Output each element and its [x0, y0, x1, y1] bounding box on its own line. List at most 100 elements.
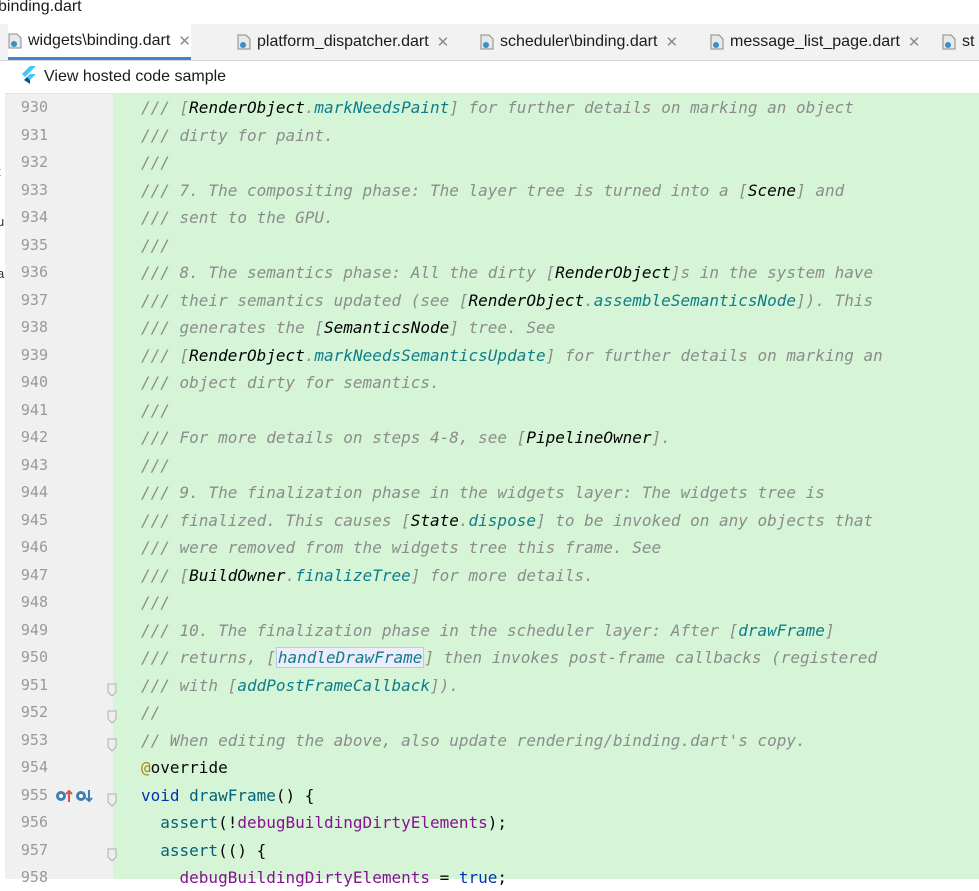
code-token: void [141, 785, 190, 805]
code-line[interactable]: 932 /// [0, 149, 979, 176]
code-line[interactable]: 951 /// with [addPostFrameCallback]). [0, 672, 979, 699]
code-text: /// [RenderObject.markNeedsSemanticsUpda… [141, 342, 883, 369]
flutter-icon [21, 65, 37, 89]
code-token: SemanticsNode [324, 318, 450, 337]
hosted-code-sample-bar[interactable]: View hosted code sample [5, 61, 979, 94]
code-token: RenderObject [189, 98, 305, 117]
code-line[interactable]: 938 /// generates the [SemanticsNode] tre… [0, 314, 979, 341]
code-token: /// 7. The compositing phase: The layer … [141, 180, 748, 200]
code-line[interactable]: 937 /// their semantics updated (see [Ren… [0, 287, 979, 314]
code-token: /// [141, 593, 170, 612]
code-line[interactable]: 933 /// 7. The compositing phase: The lay… [0, 177, 979, 204]
tab-message-list-page[interactable]: message_list_page.dart ✕ [710, 24, 920, 60]
code-line[interactable]: 948 /// [0, 589, 979, 616]
code-line[interactable]: 943 /// [0, 452, 979, 479]
line-number: 930 [20, 98, 48, 116]
code-line[interactable]: 936 /// 8. The semantics phase: All the d… [0, 259, 979, 286]
line-number: 941 [20, 400, 48, 419]
code-line[interactable]: 947 /// [BuildOwner.finalizeTree] for mor… [0, 562, 979, 589]
window-titlebar: binding.dart [0, 0, 979, 24]
line-number: 956 [20, 813, 48, 831]
code-token: . [304, 345, 315, 365]
code-line[interactable]: 953 // When editing the above, also updat… [0, 727, 979, 754]
code-token: ]). [429, 675, 459, 695]
line-number: 937 [20, 290, 48, 309]
code-line[interactable]: 952 // [0, 699, 979, 726]
code-token: /// dirty for paint. [141, 125, 334, 145]
code-token: . [584, 290, 594, 310]
line-number: 949 [20, 620, 48, 639]
code-token: /// [ [141, 565, 190, 585]
code-token: () { [275, 785, 315, 805]
code-token: drawFrame [738, 620, 825, 640]
code-token: /// [141, 400, 170, 420]
code-token: override [150, 758, 228, 777]
code-token: /// [141, 153, 170, 172]
code-line[interactable]: 950 /// returns, [handleDrawFrame] then i… [0, 644, 979, 671]
tab-overflow-partial[interactable]: st [942, 24, 974, 60]
tab-scheduler-binding[interactable]: scheduler\binding.dart ✕ [480, 24, 678, 60]
close-icon[interactable]: ✕ [665, 33, 678, 51]
code-token: ]. [651, 428, 671, 447]
code-line[interactable]: 931 /// dirty for paint. [0, 122, 979, 149]
code-line[interactable]: 940 /// object dirty for semantics. [0, 369, 979, 396]
tab-label: st [962, 33, 975, 50]
close-icon[interactable]: ✕ [437, 33, 450, 51]
overridden-method-down-icon[interactable] [75, 788, 93, 804]
code-token: assembleSemanticsNode [593, 290, 797, 310]
code-text: /// 7. The compositing phase: The layer … [141, 177, 844, 204]
code-token: ] to be invoked on any objects that [535, 510, 874, 530]
close-icon[interactable]: ✕ [908, 33, 921, 51]
code-line[interactable]: 942 /// For more details on steps 4-8, se… [0, 424, 979, 451]
code-line[interactable]: 941 /// [0, 397, 979, 424]
code-token: /// finalized. This causes [ [141, 510, 411, 530]
code-text: /// [141, 232, 170, 259]
code-token: ] for further details on marking an [545, 345, 883, 365]
fold-marker-icon[interactable] [106, 788, 118, 807]
line-number: 951 [20, 675, 48, 694]
code-line[interactable]: 944 /// 9. The finalization phase in the … [0, 479, 979, 506]
code-token: handleDrawFrame [275, 647, 425, 668]
code-line[interactable]: 958 debugBuildingDirtyElements = true; [0, 864, 979, 891]
tab-label: scheduler\binding.dart [500, 33, 658, 50]
code-line[interactable]: 957 assert(() { [0, 837, 979, 864]
code-line[interactable]: 930 /// [RenderObject.markNeedsPaint] for… [0, 94, 979, 121]
overrides-method-up-icon[interactable] [55, 788, 73, 804]
tab-widgets-binding[interactable]: widgets\binding.dart ✕ [8, 24, 191, 60]
code-token: debugBuildingDirtyElements [179, 868, 430, 887]
line-number: 957 [20, 840, 48, 859]
fold-marker-icon[interactable] [106, 705, 118, 724]
code-token: ]s in the system have [670, 263, 874, 282]
fold-marker-icon[interactable] [106, 733, 118, 752]
code-line[interactable]: 954 @override [0, 754, 979, 781]
code-line[interactable]: 935 /// [0, 232, 979, 259]
code-line[interactable]: 934 /// sent to the GPU. [0, 204, 979, 231]
code-token: . [285, 565, 296, 585]
code-token: ] for further details on marking an obje… [449, 98, 854, 117]
code-line[interactable]: 955 void drawFrame() { [0, 782, 979, 809]
code-text: /// [RenderObject.markNeedsPaint] for fu… [141, 94, 854, 121]
fold-marker-icon[interactable] [106, 678, 118, 697]
code-line[interactable]: 946 /// were removed from the widgets tre… [0, 534, 979, 561]
code-token: true [458, 868, 498, 887]
code-text: /// sent to the GPU. [141, 204, 334, 231]
code-text: /// [141, 149, 170, 176]
close-icon[interactable]: ✕ [178, 32, 191, 50]
view-hosted-code-sample-link[interactable]: View hosted code sample [44, 68, 226, 86]
fold-marker-icon[interactable] [106, 843, 118, 862]
code-token: ] tree. See [449, 318, 556, 337]
code-token: = [429, 868, 459, 887]
code-text: /// dirty for paint. [141, 122, 334, 149]
tab-platform-dispatcher[interactable]: platform_dispatcher.dart ✕ [237, 24, 449, 60]
override-markers[interactable] [55, 788, 93, 804]
line-number: 940 [20, 373, 48, 391]
code-line[interactable]: 949 /// 10. The finalization phase in the… [0, 617, 979, 644]
code-line[interactable]: 956 assert(!debugBuildingDirtyElements); [0, 809, 979, 836]
code-line[interactable]: 939 /// [RenderObject.markNeedsSemanticsU… [0, 342, 979, 369]
code-text: /// 10. The finalization phase in the sc… [141, 617, 835, 644]
code-line[interactable]: 945 /// finalized. This causes [State.dis… [0, 507, 979, 534]
code-text: /// with [addPostFrameCallback]). [141, 672, 459, 699]
code-token: /// their semantics updated (see [ [141, 290, 469, 310]
code-token: BuildOwner [189, 565, 286, 585]
